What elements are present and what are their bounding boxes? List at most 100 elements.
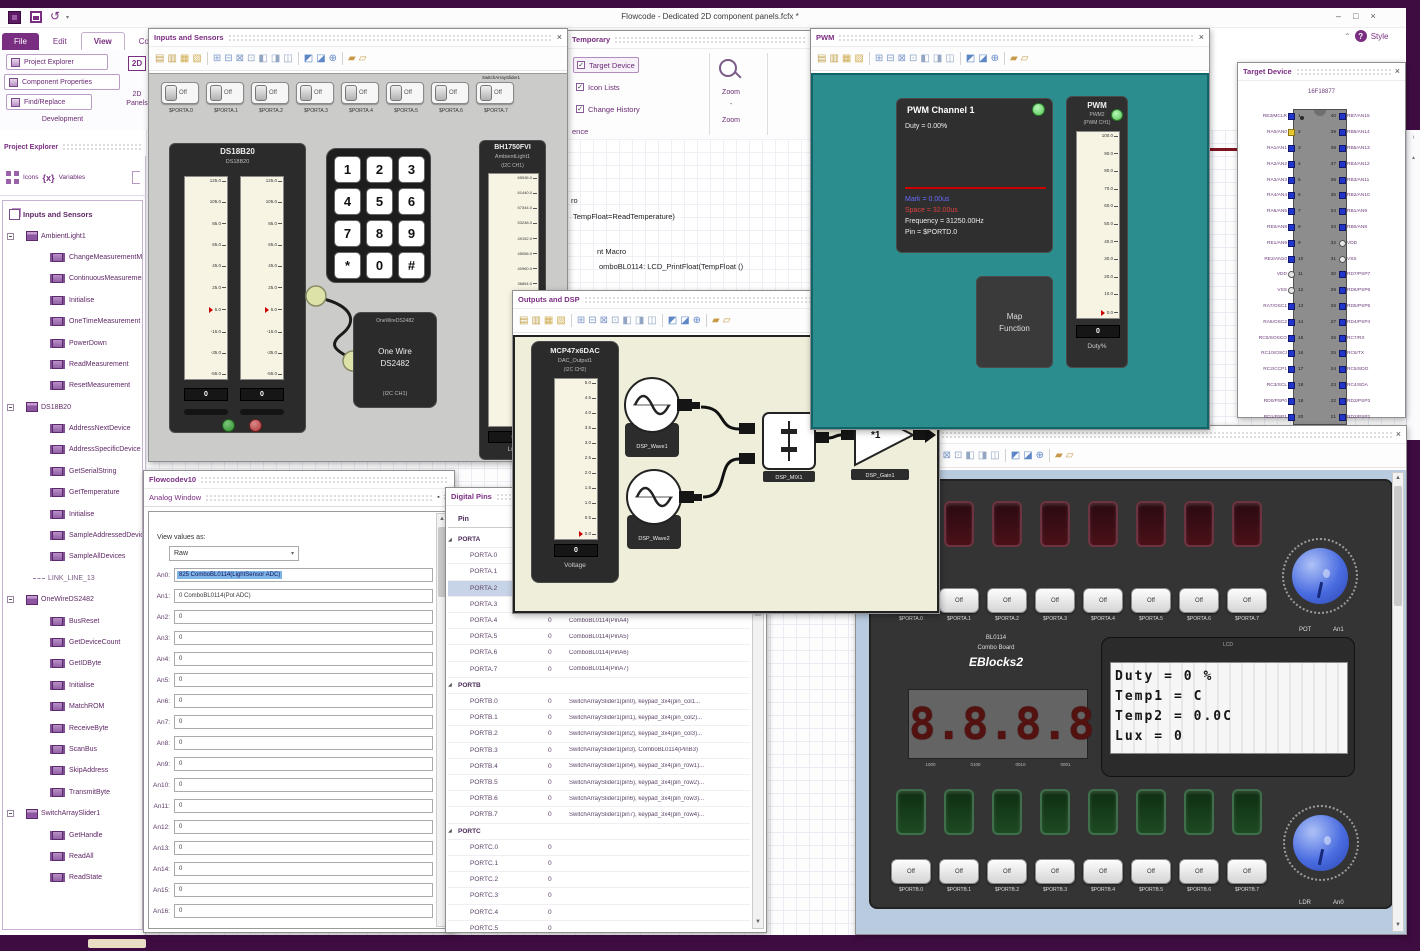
toolbar-icon[interactable]: ▱ xyxy=(359,53,367,64)
toolbar-icon[interactable]: ◪ xyxy=(680,315,689,326)
pin-square-right[interactable] xyxy=(1339,129,1346,137)
pin-square-right[interactable] xyxy=(1339,397,1346,405)
digital-pin-row[interactable]: ◢ PORTB.1 0 SwitchArraySlider1(pin1), ke… xyxy=(448,710,750,727)
tree-item[interactable]: AmbientLight1 xyxy=(3,225,142,246)
window-titlebar[interactable]: Temporary xyxy=(567,31,811,49)
toolbar-icon[interactable]: ◧ xyxy=(920,53,929,64)
analog-value-input[interactable]: 0 xyxy=(174,778,433,792)
close-icon[interactable]: × xyxy=(1395,67,1400,76)
analog-channel-row[interactable]: An14: 0 xyxy=(149,862,449,880)
analog-value-input[interactable]: 0 ComboBL0114(Pot ADC) xyxy=(174,589,433,603)
digital-pin-row[interactable]: ◢ PORTA.6 0 ComboBL0114(PinA6) xyxy=(448,645,750,662)
toolbar-icon[interactable]: ◪ xyxy=(978,53,987,64)
chip-pin-row[interactable]: RE2/AN10 10 31 VSS xyxy=(1240,251,1403,267)
tree-item[interactable]: TransmitByte xyxy=(3,782,142,803)
toolbar-icon[interactable] xyxy=(206,52,208,65)
toolbar-icon[interactable]: ▧ xyxy=(192,53,201,64)
group-caret-icon[interactable]: ◢ xyxy=(448,537,455,543)
toolbar-icon[interactable]: ▥ xyxy=(829,53,838,64)
analog-channel-row[interactable]: An1: 0 ComboBL0114(Pot ADC) xyxy=(149,589,449,607)
chip-pin-row[interactable]: RA3/AN3 5 36 RB3/AN11 xyxy=(1240,172,1403,188)
toolbar-icon[interactable]: ▤ xyxy=(519,315,528,326)
chip-pin-row[interactable]: RC1/SOSCI 16 25 RC6/TX xyxy=(1240,346,1403,362)
digital-pin-row[interactable]: ◢ PORTC.1 0 xyxy=(448,856,750,873)
tree-item[interactable]: GetSerialString xyxy=(3,461,142,482)
board-scrollbar[interactable]: ▲ ▼ xyxy=(1392,472,1404,932)
toolbar-icon[interactable]: ▤ xyxy=(155,53,164,64)
pin-square-right[interactable] xyxy=(1339,413,1346,421)
tree-item[interactable]: AddressSpecificDevice xyxy=(3,439,142,460)
pin-square-left[interactable] xyxy=(1288,129,1295,137)
tree-item[interactable]: GetHandle xyxy=(3,824,142,845)
toolbar-icon[interactable]: ◩ xyxy=(304,53,313,64)
tree-item[interactable]: SwitchArraySlider1 xyxy=(3,803,142,824)
chip-pin-row[interactable]: RA0/AN0 2 39 RB6/AN14 xyxy=(1240,125,1403,141)
toolbar-icon[interactable] xyxy=(661,314,663,327)
analog-value-input[interactable]: 0 xyxy=(174,694,433,708)
chip-pin-row[interactable]: RD0/PSP0 19 22 RD3/PSP3 xyxy=(1240,393,1403,409)
pin-square-left[interactable] xyxy=(1288,144,1295,152)
chip-pin-row[interactable]: RE3/MCLR 1 40 RB7/AN15 xyxy=(1240,109,1403,125)
pin-square-left[interactable] xyxy=(1288,366,1295,374)
toolbar-icon[interactable]: ▱ xyxy=(1066,450,1074,461)
tree-item[interactable]: ResetMeasurement xyxy=(3,375,142,396)
analog-channel-row[interactable]: An11: 0 xyxy=(149,799,449,817)
chip-pin-row[interactable]: RE1/AN9 9 32 VDD xyxy=(1240,235,1403,251)
pin-square-left[interactable] xyxy=(1288,160,1295,168)
toolbar-icon[interactable]: ◧ xyxy=(965,450,974,461)
analog-value-input[interactable]: 0 xyxy=(174,904,433,918)
toolbar-icon[interactable] xyxy=(1004,52,1006,65)
toolbar-icon[interactable]: ▱ xyxy=(723,315,731,326)
toolbar-icon[interactable] xyxy=(706,314,708,327)
tree-item[interactable]: LINK_LINE_13 xyxy=(3,568,142,589)
tree-item[interactable]: ContinuousMeasurement xyxy=(3,268,142,289)
pin-square-left[interactable] xyxy=(1288,192,1295,200)
analog-value-input[interactable]: 0 xyxy=(174,673,433,687)
toolbar-icon[interactable] xyxy=(570,314,572,327)
toolbar-icon[interactable]: ⊠ xyxy=(600,315,608,326)
toolbar-icon[interactable]: ⊡ xyxy=(954,450,962,461)
toolbar-icon[interactable]: ◫ xyxy=(647,315,656,326)
pin-square-left[interactable] xyxy=(1288,271,1295,279)
tree-item[interactable]: Inputs and Sensors xyxy=(3,204,142,225)
analog-value-input[interactable]: 0 xyxy=(174,883,433,897)
checkbox-icon[interactable]: ✓ xyxy=(576,105,584,113)
toolbar-icon[interactable]: ⊡ xyxy=(611,315,619,326)
close-button[interactable]: × xyxy=(1370,11,1375,21)
tree-item[interactable]: ReadAll xyxy=(3,846,142,867)
toolbar-icon[interactable]: ▧ xyxy=(854,53,863,64)
variables-icon[interactable]: {x} xyxy=(43,173,55,183)
maximize-button[interactable]: □ xyxy=(1353,11,1358,21)
pin-square-left[interactable] xyxy=(1288,176,1295,184)
pin-square-right[interactable] xyxy=(1339,318,1346,326)
toolbar-icon[interactable]: ▰ xyxy=(348,53,356,64)
digital-pin-row[interactable]: ◢ PORTC.2 0 xyxy=(448,872,750,889)
analog-value-input[interactable]: 825 ComboBL0114(LightSensor ADC) xyxy=(174,568,433,582)
analog-value-input[interactable]: 0 xyxy=(174,610,433,624)
digital-pin-row[interactable]: ◢ PORTA.7 0 ComboBL0114(PinA7) xyxy=(448,662,750,678)
toolbar-icon[interactable]: ◧ xyxy=(258,53,267,64)
analog-channel-row[interactable]: An15: 0 xyxy=(149,883,449,901)
2d-panel-icon[interactable]: 2D xyxy=(128,56,146,71)
toolbar-icon[interactable]: ⊕ xyxy=(1036,450,1044,461)
toolbar-icon[interactable]: ▥ xyxy=(531,315,540,326)
analog-channel-row[interactable]: An10: 0 xyxy=(149,778,449,796)
analog-channel-row[interactable]: An6: 0 xyxy=(149,694,449,712)
digital-pin-row[interactable]: ◢ PORTC.5 0 xyxy=(448,921,750,930)
pin-square-right[interactable] xyxy=(1339,144,1346,152)
scroll-up-icon[interactable]: ▲ xyxy=(1393,473,1403,484)
pin-square-right[interactable] xyxy=(1339,366,1346,374)
toolbar-icon[interactable] xyxy=(342,52,344,65)
tree-item[interactable]: GetTemperature xyxy=(3,482,142,503)
pin-square-right[interactable] xyxy=(1339,287,1346,295)
component-properties-button[interactable]: Component Properties xyxy=(4,74,120,90)
pin-square-left[interactable] xyxy=(1288,302,1295,310)
pin-square-right[interactable] xyxy=(1339,113,1346,121)
pin-square-left[interactable] xyxy=(1288,113,1295,121)
project-explorer-dock-header[interactable]: Project Explorer xyxy=(0,138,146,156)
toolbar-icon[interactable]: ⊞ xyxy=(577,315,585,326)
icons-tab-label[interactable]: Icons xyxy=(23,174,39,181)
scroll-down-icon[interactable]: ▼ xyxy=(753,917,763,928)
toolbar-icon[interactable]: ▧ xyxy=(556,315,565,326)
digital-pin-row[interactable]: ◢ PORTB.3 0 SwitchArraySlider1(pin3), Co… xyxy=(448,743,750,759)
